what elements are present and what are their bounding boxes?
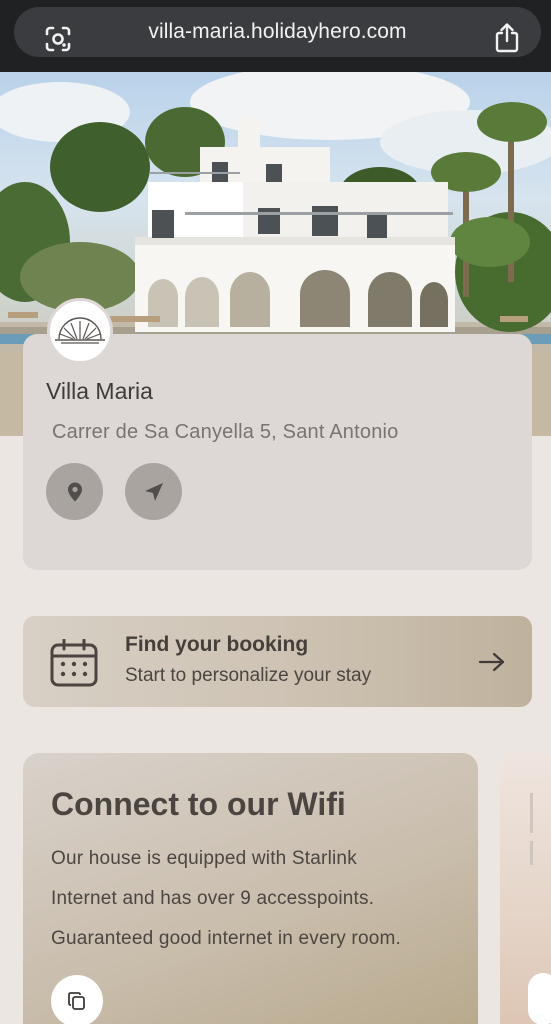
villa-info-card — [23, 334, 532, 570]
copy-wifi-button[interactable] — [51, 975, 103, 1024]
copy-icon — [68, 992, 85, 1010]
card-text-fragment — [530, 793, 533, 833]
navigate-button[interactable] — [125, 463, 182, 520]
villa-address: Carrer de Sa Canyella 5, Sant Antonio — [52, 421, 399, 443]
sunrise-logo-icon — [55, 317, 105, 344]
card-action-button[interactable] — [528, 973, 551, 1024]
url-text[interactable]: villa-maria.holidayhero.com — [148, 20, 406, 44]
navigate-arrow-icon — [144, 482, 163, 501]
villa-logo-badge — [47, 298, 113, 364]
villa-name: Villa Maria — [46, 378, 153, 404]
location-pin-icon — [67, 482, 82, 501]
find-booking-card[interactable] — [23, 616, 532, 707]
wifi-description-line: Internet and has over 9 accesspoints. — [51, 888, 375, 909]
share-icon[interactable] — [493, 22, 521, 54]
card-text-fragment — [530, 841, 533, 865]
booking-subtitle: Start to personalize your stay — [125, 665, 372, 686]
wifi-description-line: Guaranteed good internet in every room. — [51, 928, 402, 949]
booking-title: Find your booking — [125, 633, 309, 656]
lens-icon[interactable] — [44, 25, 72, 53]
browser-bar: villa-maria.holidayhero.com — [0, 0, 551, 72]
arrow-right-icon[interactable] — [478, 650, 506, 674]
wifi-title: Connect to our Wifi — [51, 786, 346, 822]
next-info-card[interactable] — [500, 753, 551, 1024]
address-bar[interactable]: villa-maria.holidayhero.com — [14, 7, 541, 57]
wifi-description-line: Our house is equipped with Starlink — [51, 848, 357, 869]
location-button[interactable] — [46, 463, 103, 520]
calendar-icon — [50, 639, 98, 687]
